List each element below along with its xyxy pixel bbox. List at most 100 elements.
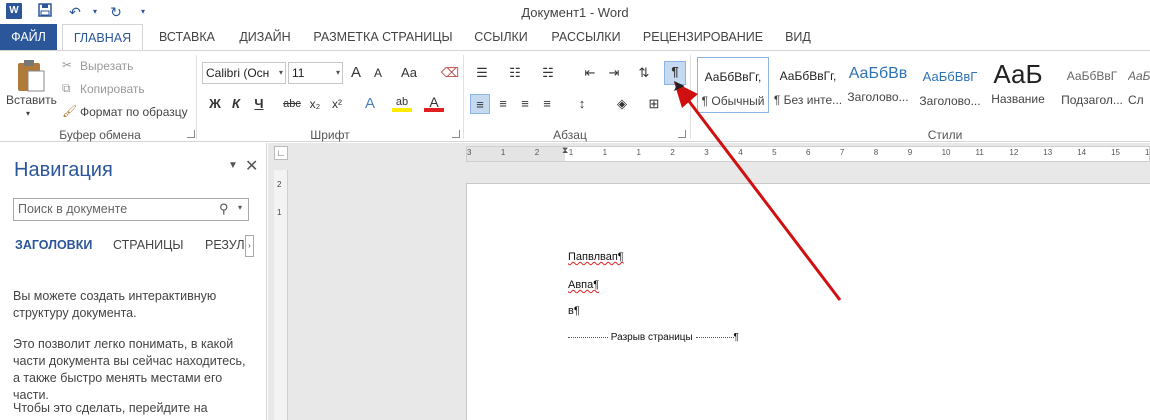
nav-tab-results[interactable]: РЕЗУЛЬ	[205, 238, 245, 252]
style-subtle[interactable]: АаБбВвГ Сл	[1128, 57, 1150, 113]
ruler-number: 11	[975, 148, 984, 157]
sort-icon[interactable]: ⇅	[634, 63, 654, 83]
nav-help-text: Это позволит легко понимать, в какой час…	[13, 337, 246, 402]
ribbon: Вставить ▾ ✂ Вырезать ⧉ Копировать 🖌 Фор…	[0, 50, 1150, 142]
font-name-combo[interactable]: Calibri (Осн ▾	[202, 62, 286, 84]
close-icon[interactable]: ✕	[245, 156, 258, 176]
pilcrow: ¶	[733, 332, 739, 343]
font-launcher-icon[interactable]	[452, 130, 460, 138]
font-size-combo[interactable]: 11 ▾	[288, 62, 343, 84]
style-name: Подзагол...	[1061, 93, 1123, 107]
style-name: Заголово...	[919, 94, 981, 108]
format-painter-button[interactable]: Формат по образцу	[80, 105, 188, 119]
bullets-icon[interactable]: ☰	[472, 63, 492, 83]
ruler-number: 1	[568, 148, 574, 157]
multilevel-list-icon[interactable]: ☵	[538, 63, 558, 83]
annotation-arrow	[674, 82, 842, 301]
underline-button[interactable]: Ч	[249, 94, 269, 114]
cut-icon: ✂	[62, 58, 73, 72]
increase-indent-icon[interactable]: ⇥	[604, 63, 624, 83]
style-heading-2[interactable]: АаБбВвГ Заголово...	[914, 57, 986, 113]
window-title: Документ1 - Word	[521, 5, 629, 20]
chevron-down-icon[interactable]: ▾	[238, 203, 242, 212]
nav-search-input[interactable]: Поиск в документе ⚲ ▾	[13, 198, 249, 221]
clear-formatting-icon[interactable]: ⌫	[440, 63, 460, 83]
styles-group-label: Стили	[927, 128, 963, 142]
paste-icon[interactable]	[14, 57, 48, 95]
font-color-button[interactable]: A	[424, 92, 444, 112]
nav-tabs-scroll-icon[interactable]: ›	[245, 235, 254, 257]
document-line[interactable]: Авпа¶	[568, 279, 599, 291]
mouse-cursor-icon: ➤	[672, 78, 686, 95]
shading-icon[interactable]: ◈	[612, 94, 632, 114]
tab-review[interactable]: РЕЦЕНЗИРОВАНИЕ	[640, 24, 766, 50]
align-center-icon[interactable]: ≡	[493, 94, 513, 114]
strikethrough-button[interactable]: abc	[280, 94, 304, 114]
page-break-marker: Разрыв страницы ¶	[568, 332, 748, 343]
arrow-shaft	[680, 91, 842, 301]
font-size-value: 11	[292, 66, 305, 80]
ruler-number: 1	[636, 148, 641, 157]
ruler-number: 1	[602, 148, 608, 157]
ruler-number: 9	[907, 148, 913, 157]
ruler-number: 10	[941, 148, 951, 157]
ruler-number: 2	[277, 180, 282, 189]
document-line[interactable]: Папвлвап¶	[568, 251, 624, 263]
align-right-icon[interactable]: ≡	[515, 94, 535, 114]
line-spacing-icon[interactable]: ↕	[572, 94, 592, 114]
document-line[interactable]: в¶	[568, 305, 580, 317]
indent-marker-icon[interactable]: ⧗	[562, 145, 568, 156]
decrease-indent-icon[interactable]: ⇤	[580, 63, 600, 83]
paragraph-group-label: Абзац	[553, 128, 587, 142]
shrink-font-button[interactable]: A	[368, 63, 388, 83]
ruler-number: 1	[500, 148, 506, 157]
highlight-button[interactable]: ab	[392, 92, 412, 112]
tab-design[interactable]: ДИЗАЙН	[230, 24, 300, 50]
cut-button[interactable]: Вырезать	[80, 59, 133, 73]
ruler-number: 14	[1077, 148, 1087, 157]
search-icon[interactable]: ⚲	[219, 201, 229, 217]
style-title[interactable]: АаБ Название	[985, 57, 1051, 113]
grow-font-button[interactable]: A	[346, 63, 366, 83]
format-painter-icon: 🖌	[62, 104, 78, 118]
clipboard-group-label: Буфер обмена	[59, 128, 141, 142]
ruler-number: 13	[1043, 148, 1053, 157]
paste-button[interactable]: Вставить	[6, 93, 57, 107]
page-break-label: Разрыв страницы	[610, 332, 693, 343]
dotted-rule	[695, 336, 734, 338]
paste-dropdown-icon[interactable]: ▾	[26, 109, 30, 118]
font-group-label: Шрифт	[310, 128, 350, 142]
change-case-button[interactable]: Aa	[396, 63, 422, 83]
vertical-ruler: 2 1	[274, 170, 288, 420]
separator	[196, 55, 197, 139]
tab-selector-icon[interactable]: ∟	[274, 146, 288, 160]
subscript-button[interactable]: x₂	[305, 94, 325, 114]
tab-view[interactable]: ВИД	[775, 24, 821, 50]
nav-tab-pages[interactable]: СТРАНИЦЫ	[113, 238, 183, 252]
ruler-number: 2	[534, 148, 540, 157]
copy-button[interactable]: Копировать	[80, 82, 145, 96]
align-left-icon[interactable]: ≡	[470, 94, 490, 114]
nav-help-text: Чтобы это сделать, перейдите на вкладку	[13, 401, 208, 420]
copy-icon: ⧉	[62, 81, 71, 95]
superscript-button[interactable]: x²	[327, 94, 347, 114]
style-name: Название	[991, 92, 1045, 106]
font-name-value: Calibri (Осн	[206, 66, 270, 80]
tab-mailings[interactable]: РАССЫЛКИ	[546, 24, 626, 50]
style-subtitle[interactable]: АаБбВвГ Подзагол...	[1056, 57, 1128, 113]
pane-options-icon[interactable]: ▼	[228, 160, 238, 171]
tab-page-layout[interactable]: РАЗМЕТКА СТРАНИЦЫ	[310, 24, 456, 50]
style-sample: АаБбВвГ	[922, 69, 978, 84]
tab-insert[interactable]: ВСТАВКА	[150, 24, 224, 50]
justify-icon[interactable]: ≡	[537, 94, 557, 114]
text-effects-button[interactable]: A	[360, 94, 380, 114]
tab-file[interactable]: ФАЙЛ	[0, 24, 57, 50]
numbering-icon[interactable]: ☷	[505, 63, 525, 83]
clipboard-launcher-icon[interactable]	[187, 130, 195, 138]
nav-tab-headings[interactable]: ЗАГОЛОВКИ	[15, 238, 92, 252]
tab-home[interactable]: ГЛАВНАЯ	[62, 24, 143, 51]
tab-references[interactable]: ССЫЛКИ	[467, 24, 535, 50]
bold-button[interactable]: Ж	[205, 94, 225, 114]
ruler-number: 12	[1009, 148, 1019, 157]
italic-button[interactable]: К	[226, 94, 246, 114]
